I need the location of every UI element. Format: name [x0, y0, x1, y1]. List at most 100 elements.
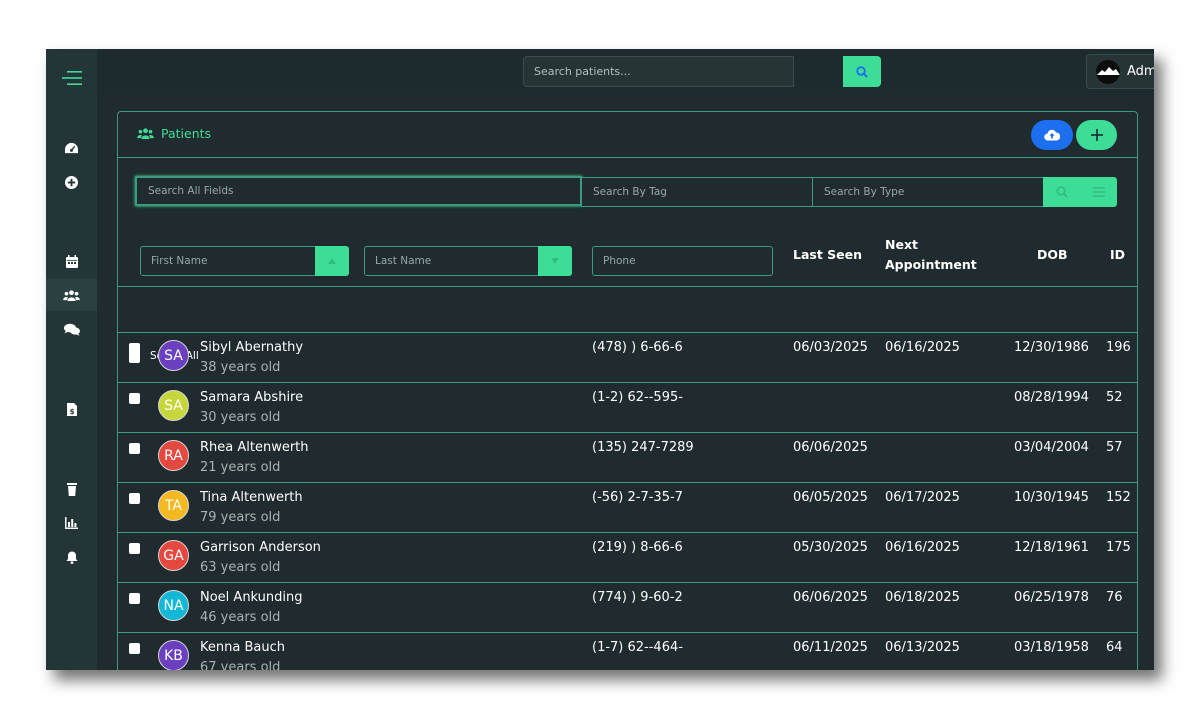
patient-dob: 10/30/1945 — [1014, 490, 1089, 505]
patient-id: 57 — [1106, 440, 1123, 455]
patient-dob: 03/04/2004 — [1014, 440, 1089, 455]
column-header-dob[interactable]: DOB — [1037, 245, 1068, 265]
menu-toggle-button[interactable] — [46, 62, 97, 94]
row-checkbox[interactable] — [129, 343, 140, 354]
sidebar-item-trash[interactable] — [46, 473, 97, 505]
patient-name[interactable]: Rhea Altenwerth — [200, 440, 309, 455]
sidebar-item-invoices[interactable]: $ — [46, 393, 97, 425]
add-patient-button[interactable] — [1076, 120, 1117, 150]
sidebar-item-messages[interactable] — [46, 313, 97, 345]
filter-options-button[interactable] — [1080, 177, 1117, 207]
column-header-last-seen[interactable]: Last Seen — [793, 245, 862, 265]
calendar-icon — [65, 254, 78, 268]
avatar: RA — [158, 440, 189, 471]
table-row[interactable]: NA Noel Ankunding 46 years old (774) ) 9-60… — [118, 583, 1137, 633]
patient-search-input[interactable]: Search patients... — [523, 56, 794, 87]
table-row[interactable]: RA Rhea Altenwerth 21 years old (135) 247-7… — [118, 433, 1137, 483]
table-row[interactable]: GA Garrison Anderson 63 years old (219) ) 8… — [118, 533, 1137, 583]
patient-age: 63 years old — [200, 560, 281, 575]
app-window: $ Search patients... Adm Patients Search… — [46, 49, 1154, 670]
search-icon — [856, 65, 868, 78]
patient-age: 30 years old — [200, 410, 281, 425]
last-name-sort-button[interactable] — [538, 246, 572, 276]
hamburger-menu-icon — [61, 71, 82, 85]
mountain-logo-icon — [1097, 66, 1120, 75]
search-all-fields-input[interactable]: Search All Fields — [135, 176, 582, 206]
sidebar-item-add[interactable] — [46, 166, 97, 198]
patient-last-seen: 05/30/2025 — [793, 540, 868, 555]
sidebar-item-reports[interactable] — [46, 507, 97, 539]
sidebar-item-patients[interactable] — [46, 279, 97, 311]
patient-name[interactable]: Tina Altenwerth — [200, 490, 303, 505]
patient-next-appointment: 06/16/2025 — [885, 340, 960, 355]
table-row[interactable]: SA Samara Abshire 30 years old (1-2) 62--59… — [118, 383, 1137, 433]
row-checkbox[interactable] — [129, 543, 140, 554]
column-header-next-appointment[interactable]: Next Appointment — [885, 235, 995, 275]
patient-id: 175 — [1106, 540, 1131, 555]
table-row[interactable]: SA Sibyl Abernathy 38 years old (478) ) 6-6… — [118, 333, 1137, 383]
first-name-filter[interactable]: First Name — [140, 246, 316, 276]
users-icon — [137, 128, 154, 139]
patient-dob: 12/30/1986 — [1014, 340, 1089, 355]
patient-name[interactable]: Garrison Anderson — [200, 540, 321, 555]
add-circle-icon — [65, 175, 78, 189]
sidebar-item-notifications[interactable] — [46, 541, 97, 573]
search-icon — [1055, 186, 1068, 198]
patient-phone: (219) ) 8-66-6 — [592, 540, 683, 555]
dashboard-icon — [65, 142, 78, 153]
patient-age: 67 years old — [200, 660, 281, 670]
patient-dob: 03/18/1958 — [1014, 640, 1089, 655]
panel-header: Patients — [118, 112, 1137, 158]
sidebar-item-dashboard[interactable] — [46, 132, 97, 164]
avatar: TA — [158, 490, 189, 521]
avatar: GA — [158, 540, 189, 571]
sort-down-icon — [551, 258, 559, 264]
search-by-tag-input[interactable]: Search By Tag — [581, 177, 813, 207]
patient-phone: (135) 247-7289 — [592, 440, 694, 455]
admin-menu-button[interactable]: Admin — [1086, 54, 1154, 89]
patient-dob: 08/28/1994 — [1014, 390, 1089, 405]
svg-text:$: $ — [69, 408, 74, 416]
patient-last-seen: 06/11/2025 — [793, 640, 868, 655]
patient-name[interactable]: Noel Ankunding — [200, 590, 303, 605]
row-checkbox[interactable] — [129, 493, 140, 504]
row-checkbox[interactable] — [129, 643, 140, 654]
table-row[interactable]: TA Tina Altenwerth 79 years old (-56) 2-7-3… — [118, 483, 1137, 533]
table-row[interactable]: KB Kenna Bauch 67 years old (1-7) 62--464- 0… — [118, 633, 1137, 670]
last-name-filter[interactable]: Last Name — [364, 246, 539, 276]
users-icon — [63, 289, 80, 301]
chat-icon — [63, 323, 80, 336]
patient-next-appointment: 06/16/2025 — [885, 540, 960, 555]
phone-filter[interactable]: Phone — [592, 246, 773, 276]
row-checkbox[interactable] — [129, 393, 140, 404]
patient-last-seen: 06/06/2025 — [793, 590, 868, 605]
upload-button[interactable] — [1031, 120, 1073, 150]
panel-title-text: Patients — [161, 126, 212, 141]
search-by-type-input[interactable]: Search By Type — [812, 177, 1044, 207]
patient-id: 76 — [1106, 590, 1123, 605]
sidebar: $ — [46, 49, 97, 670]
first-name-sort-button[interactable] — [315, 246, 349, 276]
row-checkbox[interactable] — [129, 443, 140, 454]
sort-up-icon — [328, 258, 336, 264]
trash-icon — [66, 482, 77, 496]
bell-icon — [65, 551, 78, 564]
patient-name[interactable]: Samara Abshire — [200, 390, 303, 405]
sidebar-item-calendar[interactable] — [46, 245, 97, 277]
patient-name[interactable]: Sibyl Abernathy — [200, 340, 303, 355]
patient-phone: (-56) 2-7-35-7 — [592, 490, 683, 505]
patient-age: 79 years old — [200, 510, 281, 525]
cloud-upload-icon — [1044, 129, 1060, 141]
patient-phone: (774) ) 9-60-2 — [592, 590, 683, 605]
patient-phone: (478) ) 6-66-6 — [592, 340, 683, 355]
patient-id: 152 — [1106, 490, 1131, 505]
column-header-id[interactable]: ID — [1110, 245, 1125, 265]
panel-title: Patients — [137, 126, 211, 141]
filter-search-button[interactable] — [1043, 177, 1080, 207]
patient-phone: (1-7) 62--464- — [592, 640, 683, 655]
admin-avatar — [1096, 59, 1120, 84]
patient-search-button[interactable] — [843, 56, 881, 87]
patient-next-appointment: 06/13/2025 — [885, 640, 960, 655]
row-checkbox[interactable] — [129, 593, 140, 604]
patient-name[interactable]: Kenna Bauch — [200, 640, 285, 655]
